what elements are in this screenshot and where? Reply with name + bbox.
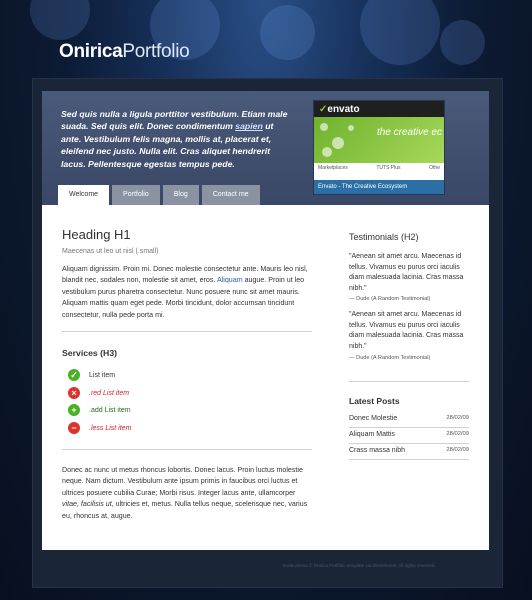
intro-text: Sed quis nulla a ligula porttitor vestib… <box>61 108 291 170</box>
intro-link[interactable]: sapien <box>235 121 263 131</box>
testimonial-author: — Dude (A Random Testimonial) <box>349 355 431 361</box>
post-item[interactable]: Crass massa nibh 28/02/09 <box>349 447 469 454</box>
screenshot-col: TUTS Plus <box>376 165 401 171</box>
post-item[interactable]: Aliquam Mattis 28/02/09 <box>349 431 469 438</box>
list-item-label: .red List item <box>89 389 130 397</box>
list-item-label: .add List item <box>89 406 131 414</box>
paragraph-link[interactable]: Aliquam <box>217 276 243 284</box>
screenshot-col: Othe <box>429 165 440 171</box>
plus-icon: + <box>68 404 80 416</box>
post-title[interactable]: Aliquam Mattis <box>349 431 395 438</box>
envato-logo-text: envato <box>327 103 360 115</box>
list-item: + .add List item <box>68 404 131 416</box>
site-title-bold: Onirica <box>59 41 123 62</box>
post-date: 28/02/09 <box>446 447 469 453</box>
list-item: − .less List item <box>68 422 131 434</box>
tab-welcome[interactable]: Welcome <box>58 185 110 205</box>
post-title[interactable]: Donec Molestie <box>349 415 397 422</box>
featured-screenshot[interactable]: ✓envato the creative ec Marketplaces TUT… <box>313 100 445 195</box>
list-item: × .red List item <box>68 387 129 399</box>
decor-dot <box>320 123 328 131</box>
testimonials-heading: Testimonials (H2) <box>349 232 419 242</box>
decor-dot <box>348 125 354 131</box>
divider <box>349 443 469 444</box>
screenshot-tagline: the creative ec <box>376 127 442 138</box>
tab-contact[interactable]: Contact me <box>201 185 260 205</box>
testimonial-quote: "Aenean sit amet arcu. Maecenas id tellu… <box>349 311 464 350</box>
bokeh-light <box>260 5 315 60</box>
list-item-label: .less List item <box>89 424 132 432</box>
screenshot-caption: Envato - The Creative Ecosystem <box>314 180 444 194</box>
testimonial-quote: "Aenean sit amet arcu. Maecenas id tellu… <box>349 253 464 292</box>
check-icon: ✓ <box>68 369 80 381</box>
paragraph-text: Donec ac nunc ut metus rhoncus lobortis.… <box>62 466 303 497</box>
site-title[interactable]: OniricaPortfolio <box>59 41 190 63</box>
envato-logo: ✓envato <box>319 103 360 115</box>
tab-blog[interactable]: Blog <box>162 185 199 205</box>
screenshot-banner: the creative ec <box>314 117 444 163</box>
post-title[interactable]: Crass massa nibh <box>349 447 405 454</box>
minus-icon: − <box>68 422 80 434</box>
post-item[interactable]: Donec Molestie 28/02/09 <box>349 415 469 422</box>
divider <box>349 427 469 428</box>
cross-icon: × <box>68 387 80 399</box>
divider <box>349 381 469 382</box>
screenshot-col: Marketplaces <box>318 165 348 171</box>
main-nav: Welcome Portfolio Blog Contact me <box>58 185 260 205</box>
bokeh-light <box>360 0 440 65</box>
tab-portfolio[interactable]: Portfolio <box>112 185 160 205</box>
divider <box>62 449 312 450</box>
bokeh-light <box>30 0 90 40</box>
list-item: ✓ List item <box>68 369 115 381</box>
testimonial-author: — Dude (A Random Testimonial) <box>349 296 431 302</box>
screenshot-nav: Marketplaces TUTS Plus Othe <box>314 163 444 173</box>
decor-dot <box>322 147 332 157</box>
list-item-label: List item <box>89 371 116 379</box>
screenshot-topbar: ✓envato <box>314 101 444 117</box>
services-heading: Services (H3) <box>62 348 118 358</box>
latest-posts-heading: Latest Posts <box>349 396 400 406</box>
footer-text: Kunkushima © Onirica Portfolio template … <box>283 563 436 568</box>
page-subheading: Maecenas ut leo ut nisl (.small) <box>62 248 159 255</box>
divider <box>62 331 312 332</box>
bokeh-light <box>440 20 485 65</box>
decor-dot <box>332 137 344 149</box>
post-date: 28/02/09 <box>446 415 469 421</box>
post-date: 28/02/09 <box>446 431 469 437</box>
body-paragraph: Donec ac nunc ut metus rhoncus lobortis.… <box>62 465 312 522</box>
divider <box>349 459 469 460</box>
paragraph-italic: vitae, facilisis ut <box>62 500 112 509</box>
page-heading: Heading H1 <box>62 227 131 242</box>
intro-paragraph: Aliquam dignissim. Proin mi. Donec moles… <box>62 264 312 321</box>
site-title-light: Portfolio <box>122 41 190 62</box>
